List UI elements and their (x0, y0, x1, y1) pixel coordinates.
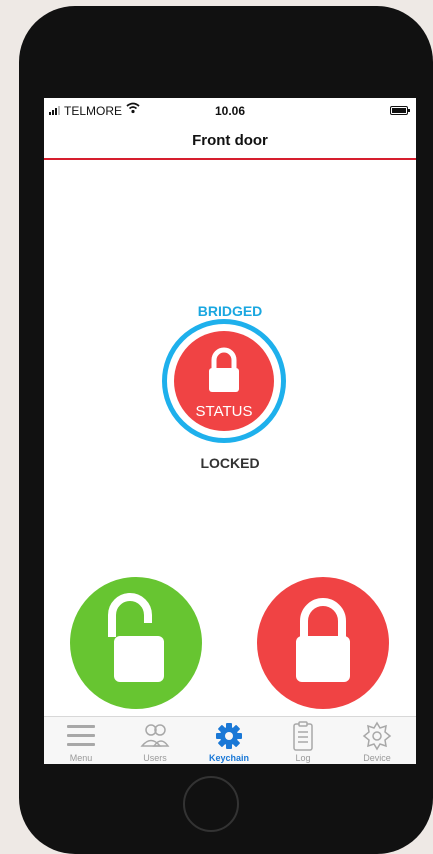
navigation-bar: Front door (44, 124, 416, 160)
tab-device-label: Device (363, 753, 391, 763)
battery-icon (390, 106, 410, 115)
tab-log-label: Log (295, 753, 311, 763)
status-time: 10.06 (214, 104, 246, 118)
tab-users[interactable]: Users (118, 717, 192, 764)
users-icon (140, 724, 170, 747)
device-gear-icon (362, 721, 392, 751)
gear-icon (216, 723, 242, 749)
app-screen: TELMORE 10.06 Front door BRIDGED STATUS … (44, 98, 416, 764)
lock-state: LOCKED (200, 455, 260, 471)
locked-padlock-icon (296, 598, 350, 682)
menu-icon (67, 725, 95, 746)
tab-keychain[interactable]: Keychain (192, 717, 266, 764)
tab-users-label: Users (143, 753, 167, 763)
tab-menu[interactable]: Menu (44, 717, 118, 764)
page-title: Front door (192, 132, 268, 149)
home-button[interactable] (183, 776, 239, 832)
tab-menu-label: Menu (69, 753, 93, 763)
unlocked-padlock-icon (108, 593, 164, 682)
status-button-label: STATUS (195, 403, 253, 420)
status-button[interactable]: STATUS (174, 331, 274, 431)
tab-log[interactable]: Log (266, 717, 340, 764)
lock-button[interactable] (257, 577, 389, 709)
padlock-icon (209, 347, 239, 392)
clipboard-icon (293, 721, 313, 751)
tab-keychain-label: Keychain (208, 753, 250, 763)
tab-device[interactable]: Device (340, 717, 414, 764)
connection-status: BRIDGED (197, 303, 263, 319)
tab-bar: Menu Users Keychain Log Device (44, 716, 416, 764)
status-bar: TELMORE 10.06 (44, 102, 416, 120)
unlock-button[interactable] (70, 577, 202, 709)
